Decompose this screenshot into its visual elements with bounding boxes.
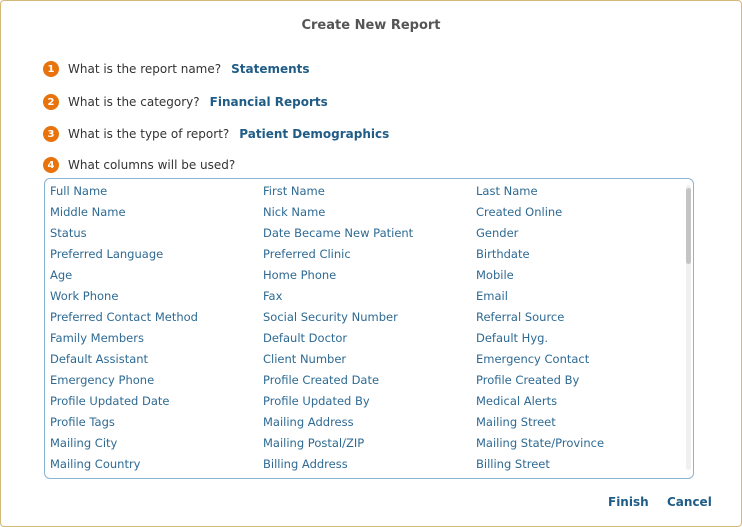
dialog-title: Create New Report bbox=[301, 18, 441, 33]
question-label: What is the type of report? bbox=[68, 127, 230, 141]
column-option[interactable]: Social Security Number bbox=[263, 307, 476, 328]
column-option[interactable]: Gender bbox=[476, 223, 686, 244]
scrollbar-thumb[interactable] bbox=[686, 188, 691, 264]
step-2-badge: 2 bbox=[43, 94, 59, 110]
column-option[interactable]: Last Name bbox=[476, 181, 686, 202]
column-option[interactable]: Profile Updated By bbox=[263, 391, 476, 412]
columns-grid: Full Name First Name Last Name Middle Name N… bbox=[50, 181, 686, 475]
question-label: What columns will be used? bbox=[68, 158, 236, 172]
column-option[interactable]: Middle Name bbox=[50, 202, 263, 223]
category-answer[interactable]: Financial Reports bbox=[210, 95, 328, 109]
column-option[interactable]: Billing Street bbox=[476, 454, 686, 475]
column-option[interactable]: Preferred Language bbox=[50, 244, 263, 265]
column-option[interactable]: Profile Created Date bbox=[263, 370, 476, 391]
column-option[interactable]: Status bbox=[50, 223, 263, 244]
column-option[interactable]: Mailing City bbox=[50, 433, 263, 454]
column-option[interactable]: Created Online bbox=[476, 202, 686, 223]
columns-list[interactable]: Full Name First Name Last Name Middle Name N… bbox=[44, 178, 694, 479]
column-option[interactable]: Mailing Postal/ZIP bbox=[263, 433, 476, 454]
column-option[interactable]: Full Name bbox=[50, 181, 263, 202]
column-option[interactable]: Age bbox=[50, 265, 263, 286]
column-option[interactable]: Mailing State/Province bbox=[476, 433, 686, 454]
column-option[interactable]: Profile Created By bbox=[476, 370, 686, 391]
column-option[interactable]: Default Hyg. bbox=[476, 328, 686, 349]
step-4-badge: 4 bbox=[43, 157, 59, 173]
column-option[interactable]: Profile Tags bbox=[50, 412, 263, 433]
column-option[interactable]: Mailing Street bbox=[476, 412, 686, 433]
column-option[interactable]: Default Doctor bbox=[263, 328, 476, 349]
column-option[interactable]: Date Became New Patient bbox=[263, 223, 476, 244]
finish-button[interactable]: Finish bbox=[608, 495, 649, 509]
column-option[interactable]: Billing Address bbox=[263, 454, 476, 475]
create-report-dialog: Create New Report 1 What is the report n… bbox=[0, 0, 742, 527]
column-option[interactable]: Emergency Contact bbox=[476, 349, 686, 370]
column-option[interactable]: Default Assistant bbox=[50, 349, 263, 370]
column-option[interactable]: Preferred Contact Method bbox=[50, 307, 263, 328]
column-option[interactable]: Family Members bbox=[50, 328, 263, 349]
column-option[interactable]: Profile Updated Date bbox=[50, 391, 263, 412]
column-option[interactable]: Fax bbox=[263, 286, 476, 307]
column-option[interactable]: Birthdate bbox=[476, 244, 686, 265]
column-option[interactable]: Email bbox=[476, 286, 686, 307]
cancel-button[interactable]: Cancel bbox=[667, 495, 712, 509]
step-1-badge: 1 bbox=[43, 61, 59, 77]
column-option[interactable]: Preferred Clinic bbox=[263, 244, 476, 265]
question-label: What is the report name? bbox=[68, 62, 222, 76]
column-option[interactable]: Mobile bbox=[476, 265, 686, 286]
column-option[interactable]: Mailing Country bbox=[50, 454, 263, 475]
question-columns: 4 What columns will be used? bbox=[43, 157, 235, 173]
question-category: 2 What is the category? Financial Report… bbox=[43, 94, 328, 110]
step-3-badge: 3 bbox=[43, 126, 59, 142]
column-option[interactable]: Client Number bbox=[263, 349, 476, 370]
column-option[interactable]: Home Phone bbox=[263, 265, 476, 286]
column-option[interactable]: Referral Source bbox=[476, 307, 686, 328]
report-type-answer[interactable]: Patient Demographics bbox=[239, 127, 389, 141]
question-report-name: 1 What is the report name? Statements bbox=[43, 61, 310, 77]
question-report-type: 3 What is the type of report? Patient De… bbox=[43, 126, 389, 142]
report-name-answer[interactable]: Statements bbox=[231, 62, 309, 76]
columns-scrollbar[interactable] bbox=[686, 185, 691, 470]
column-option[interactable]: Mailing Address bbox=[263, 412, 476, 433]
column-option[interactable]: Nick Name bbox=[263, 202, 476, 223]
column-option[interactable]: Medical Alerts bbox=[476, 391, 686, 412]
column-option[interactable]: Emergency Phone bbox=[50, 370, 263, 391]
column-option[interactable]: Work Phone bbox=[50, 286, 263, 307]
column-option[interactable]: First Name bbox=[263, 181, 476, 202]
question-label: What is the category? bbox=[68, 95, 200, 109]
